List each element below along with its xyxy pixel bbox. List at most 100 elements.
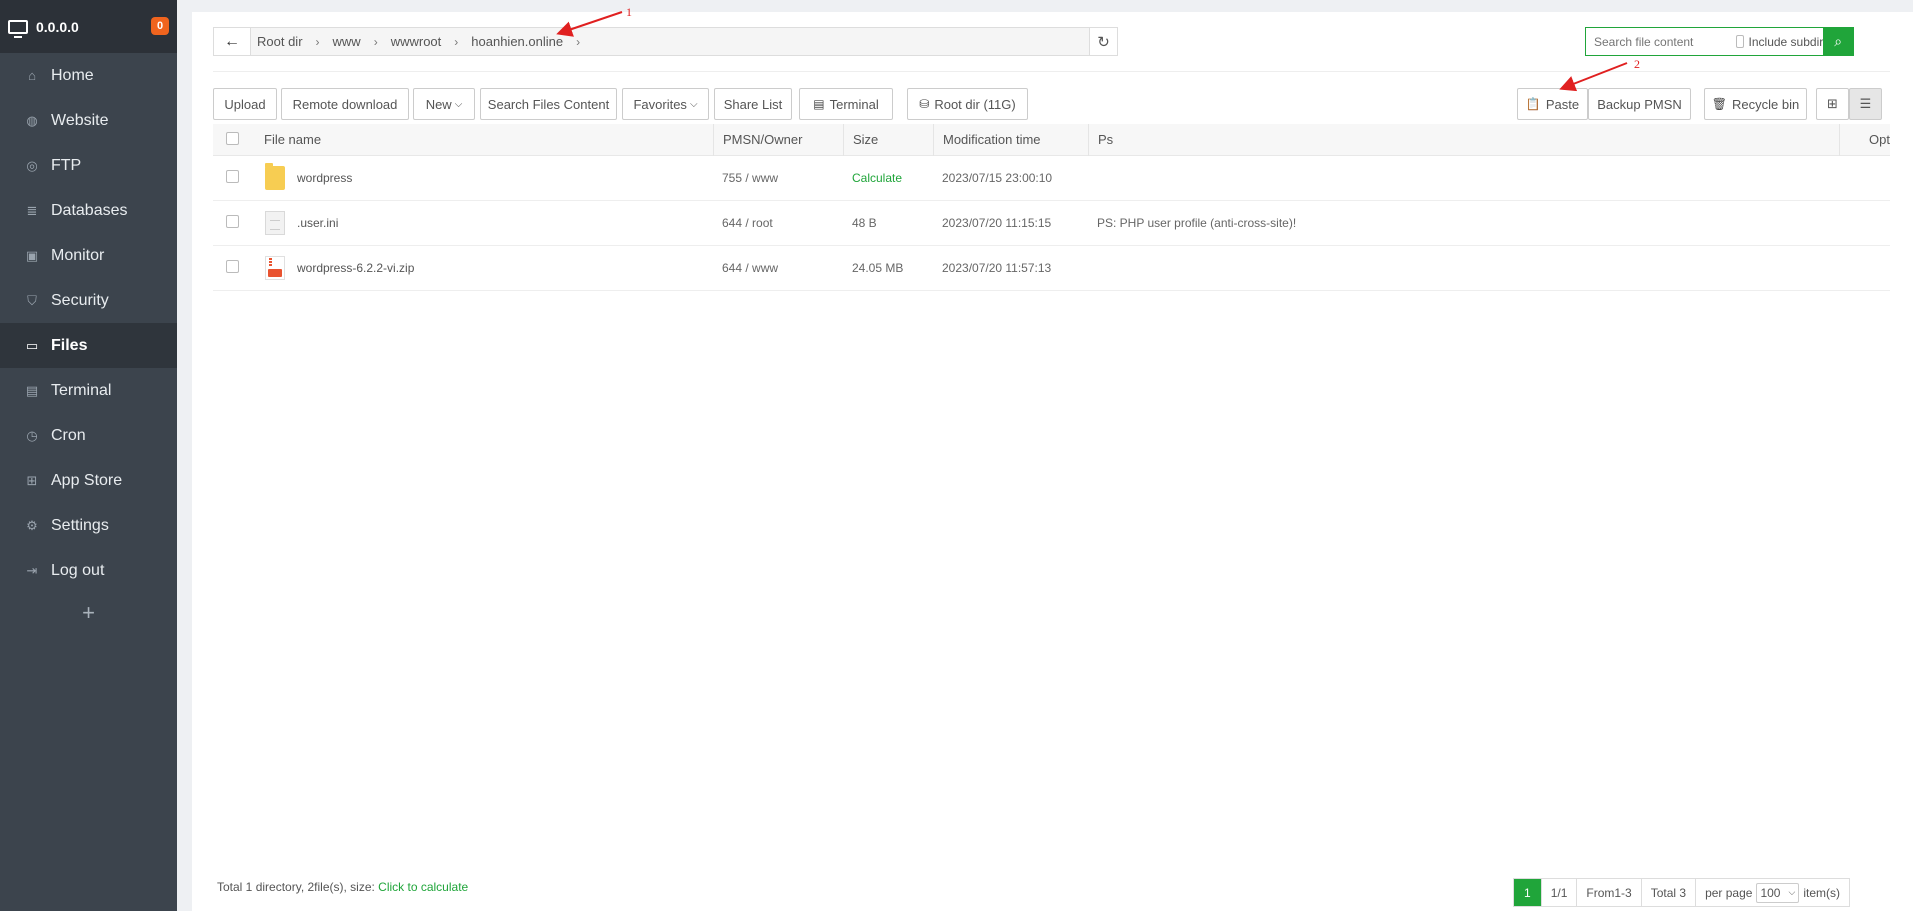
chevron-down-icon: ⌵	[689, 98, 698, 110]
button-label: Terminal	[829, 96, 879, 112]
row-checkbox[interactable]	[226, 170, 239, 183]
file-name-cell[interactable]: .user.ini	[263, 211, 713, 235]
sidebar-item-home[interactable]: ⌂ Home	[0, 53, 177, 98]
table-row[interactable]: wordpress-6.2.2-vi.zip 644 / www 24.05 M…	[213, 246, 1890, 291]
header-modified[interactable]: Modification time	[933, 123, 1088, 156]
items-label: item(s)	[1803, 885, 1840, 900]
calculate-link[interactable]: Click to calculate	[378, 880, 468, 894]
clipboard-icon: 📋	[1525, 97, 1541, 111]
size-cell: 24.05 MB	[852, 261, 904, 275]
sidebar-item-settings[interactable]: ⚙ Settings	[0, 503, 177, 548]
file-name[interactable]: wordpress-6.2.2-vi.zip	[297, 261, 414, 275]
file-name[interactable]: wordpress	[297, 171, 352, 185]
sidebar-item-terminal[interactable]: ▤ Terminal	[0, 368, 177, 413]
button-label: Recycle bin	[1732, 96, 1800, 112]
chevron-down-icon: ⌵	[454, 98, 463, 110]
annotation-label-1: 1	[626, 5, 632, 19]
sidebar-item-label: Databases	[51, 201, 128, 219]
sidebar-item-cron[interactable]: ◷ Cron	[0, 413, 177, 458]
terminal-button[interactable]: ▤ Terminal	[799, 88, 893, 120]
row-checkbox[interactable]	[226, 260, 239, 273]
include-subdir-toggle[interactable]: Include subdir	[1736, 28, 1823, 55]
sidebar-item-ftp[interactable]: ◎ FTP	[0, 143, 177, 188]
search-button[interactable]: ⌕	[1823, 28, 1853, 55]
header-permission[interactable]: PMSN/Owner	[713, 123, 843, 156]
search-icon: ⌕	[1834, 33, 1843, 49]
search-input[interactable]	[1586, 28, 1736, 55]
zip-file-icon	[265, 256, 285, 280]
remote-download-button[interactable]: Remote download	[281, 88, 409, 120]
sidebar-item-website[interactable]: ◍ Website	[0, 98, 177, 143]
button-label: New	[425, 96, 452, 112]
include-subdir-label: Include subdir	[1748, 34, 1824, 49]
calculate-size-link[interactable]: Calculate	[843, 171, 933, 185]
permission-cell[interactable]: 644 / www	[713, 261, 843, 275]
page-current[interactable]: 1	[1514, 879, 1542, 906]
breadcrumb-item-site[interactable]: hoanhien.online ›	[471, 34, 593, 49]
list-view-button[interactable]: ☰	[1849, 88, 1882, 120]
terminal-icon: ▤	[25, 382, 39, 398]
header-opt: Opt	[1869, 132, 1890, 147]
breadcrumb: Root dir › www › wwwroot › hoanhien.online ›	[251, 34, 1089, 49]
back-button[interactable]: ←	[214, 28, 251, 55]
logout-icon: ⇥	[26, 562, 38, 578]
file-name-cell[interactable]: wordpress	[263, 163, 713, 190]
favorites-dropdown-button[interactable]: Favorites ⌵	[622, 88, 709, 120]
file-name[interactable]: .user.ini	[297, 216, 338, 230]
home-icon: ⌂	[28, 67, 36, 83]
paste-button[interactable]: 📋 Paste	[1517, 88, 1588, 120]
refresh-icon: ↻	[1097, 33, 1110, 51]
summary-text: Total 1 directory, 2file(s), size:	[217, 880, 375, 894]
size-cell: 48 B	[852, 216, 877, 230]
header-file-name[interactable]: File name	[263, 132, 713, 147]
button-label: Root dir (11G)	[934, 96, 1016, 112]
table-row[interactable]: .user.ini 644 / root 48 B 2023/07/20 11:…	[213, 201, 1890, 246]
backup-button[interactable]: Backup PMSN	[1588, 88, 1691, 120]
breadcrumb-item-wwwroot[interactable]: wwwroot ›	[391, 34, 472, 49]
grid-view-button[interactable]: ⊞	[1816, 88, 1849, 120]
breadcrumb-item-www[interactable]: www ›	[333, 34, 391, 49]
sidebar-item-files[interactable]: ▭ Files	[0, 323, 177, 368]
new-dropdown-button[interactable]: New ⌵	[413, 88, 475, 120]
header-ps: Ps	[1088, 123, 1840, 156]
file-manager-panel: ← Root dir › www › wwwroot › hoanhien.onlin…	[192, 12, 1913, 911]
sidebar-item-label: Website	[51, 111, 109, 129]
sidebar-item-app-store[interactable]: ⊞ App Store	[0, 458, 177, 503]
permission-cell[interactable]: 644 / root	[713, 216, 843, 230]
sidebar-item-logout[interactable]: ⇥ Log out	[0, 548, 177, 593]
sidebar-item-monitor[interactable]: ▣ Monitor	[0, 233, 177, 278]
content-search: Include subdir ⌕	[1585, 27, 1854, 56]
breadcrumb-item-root[interactable]: Root dir ›	[257, 34, 333, 49]
sidebar-item-security[interactable]: ⛉ Security	[0, 278, 177, 323]
folder-icon: ▭	[25, 337, 39, 353]
server-address: 0.0.0.0	[36, 18, 79, 35]
button-label: Share List	[723, 96, 783, 112]
modified-cell: 2023/07/20 11:15:15	[942, 216, 1052, 230]
sidebar-item-label: Files	[51, 336, 88, 354]
annotation-label-2: 2	[1634, 57, 1640, 71]
include-subdir-checkbox[interactable]	[1736, 35, 1744, 48]
table-row[interactable]: wordpress 755 / www Calculate 2023/07/15…	[213, 156, 1890, 201]
breadcrumb-label: www	[332, 34, 361, 49]
select-all-cell	[213, 131, 263, 148]
per-page-select[interactable]: 100 ⌵	[1756, 882, 1800, 903]
refresh-button[interactable]: ↻	[1089, 28, 1117, 55]
root-dir-button[interactable]: ⛁ Root dir (11G)	[907, 88, 1028, 120]
sidebar: 0.0.0.0 0 ⌂ Home ◍ Website ◎ FTP ≣ Databases…	[0, 0, 177, 911]
share-list-button[interactable]: Share List	[714, 88, 792, 120]
sidebar-item-databases[interactable]: ≣ Databases	[0, 188, 177, 233]
recycle-bin-button[interactable]: 🗑 Recycle bin	[1704, 88, 1807, 120]
header-size[interactable]: Size	[843, 123, 933, 156]
add-menu-button[interactable]: +	[0, 593, 177, 633]
file-name-cell[interactable]: wordpress-6.2.2-vi.zip	[263, 256, 713, 280]
upload-button[interactable]: Upload	[213, 88, 277, 120]
row-checkbox[interactable]	[226, 215, 239, 228]
notification-badge[interactable]: 0	[151, 17, 169, 35]
table-header: File name PMSN/Owner Size Modification t…	[213, 123, 1890, 156]
select-all-checkbox[interactable]	[226, 131, 239, 145]
permission-cell[interactable]: 755 / www	[713, 171, 843, 185]
modified-cell: 2023/07/15 23:00:10	[942, 171, 1053, 185]
search-files-content-button[interactable]: Search Files Content	[480, 88, 617, 120]
pagination: 1 1/1 From1-3 Total 3 per page 100 ⌵ item…	[1513, 878, 1850, 907]
chevron-down-icon: ⌵	[1788, 887, 1796, 897]
